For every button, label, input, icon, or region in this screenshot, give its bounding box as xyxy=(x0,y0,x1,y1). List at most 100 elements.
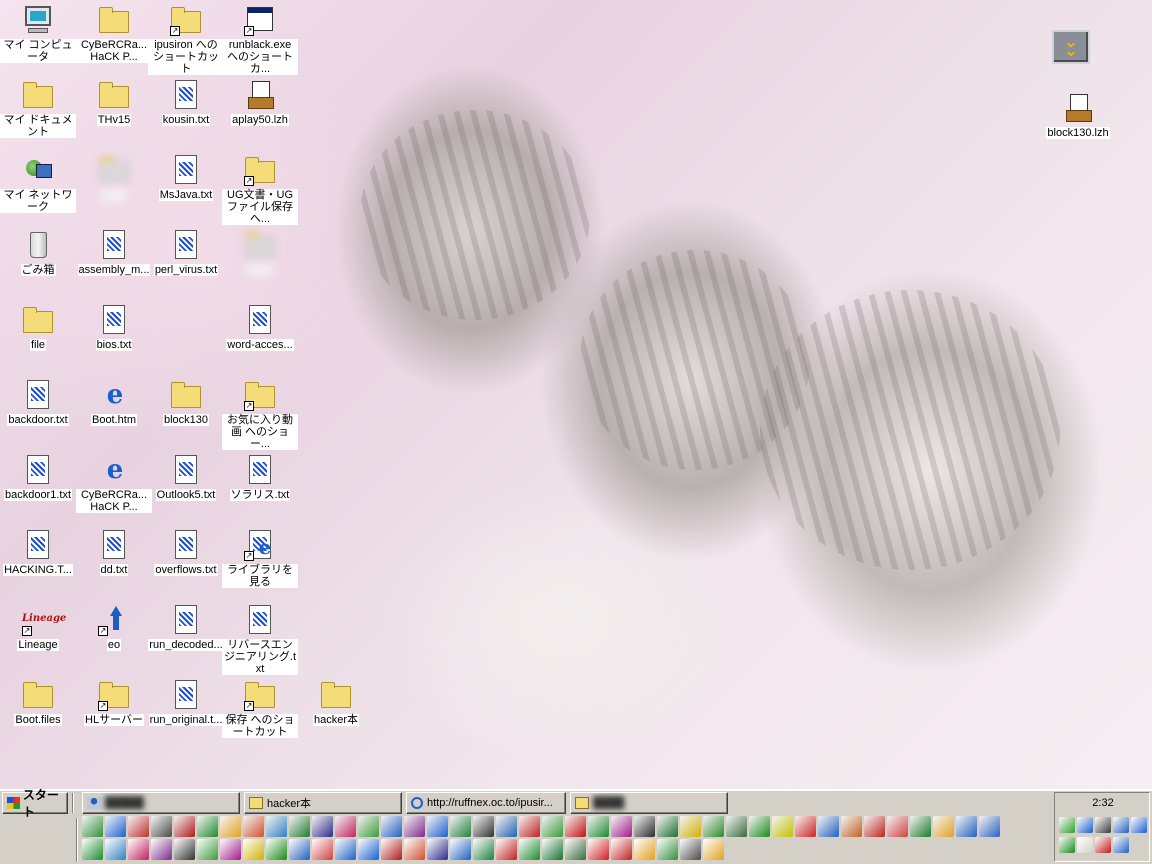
desktop-icon[interactable]: ↗ お気に入り動画 へのショー... xyxy=(222,379,298,450)
quick-launch-icon[interactable] xyxy=(381,816,402,837)
taskbar-button-folder[interactable]: ████ xyxy=(570,792,728,814)
desktop-icon[interactable]: マイ コンピュータ xyxy=(0,4,76,63)
desktop-icon[interactable]: backdoor.txt xyxy=(0,379,76,426)
quick-launch-icon[interactable] xyxy=(979,816,1000,837)
desktop-icon[interactable]: bios.txt xyxy=(76,304,152,351)
quick-launch-icon[interactable] xyxy=(680,816,701,837)
quick-launch-icon[interactable] xyxy=(128,839,149,860)
quick-launch-icon[interactable] xyxy=(266,816,287,837)
quick-launch-icon[interactable] xyxy=(335,816,356,837)
quick-launch-icon[interactable] xyxy=(657,839,678,860)
quick-launch-icon[interactable] xyxy=(726,816,747,837)
desktop-icon[interactable]: kousin.txt xyxy=(148,79,224,126)
quick-launch-icon[interactable] xyxy=(105,839,126,860)
quick-launch-icon[interactable] xyxy=(450,816,471,837)
quick-launch-icon[interactable] xyxy=(450,839,471,860)
quick-launch-icon[interactable] xyxy=(657,816,678,837)
desktop-icon[interactable]: ↗ 保存 へのショートカット xyxy=(222,679,298,738)
quick-launch-icon[interactable] xyxy=(910,816,931,837)
taskbar-button-user[interactable]: █████ xyxy=(82,792,240,814)
quick-launch-icon[interactable] xyxy=(312,816,333,837)
quick-launch-icon[interactable] xyxy=(565,839,586,860)
quick-launch-icon[interactable] xyxy=(565,816,586,837)
quick-launch-icon[interactable] xyxy=(312,839,333,860)
quick-launch-icon[interactable] xyxy=(588,839,609,860)
desktop-icon[interactable]: overflows.txt xyxy=(148,529,224,576)
quick-launch-icon[interactable] xyxy=(335,839,356,860)
download-manager-icon[interactable]: ⌄ ⌄ xyxy=(1052,30,1090,64)
quick-launch-icon[interactable] xyxy=(105,816,126,837)
desktop-icon[interactable]: word-acces... xyxy=(222,304,298,351)
quick-launch-icon[interactable] xyxy=(197,839,218,860)
desktop-icon[interactable]: e ↗ ライブラリを見る xyxy=(222,529,298,588)
quick-launch-icon[interactable] xyxy=(243,816,264,837)
quick-launch-icon[interactable] xyxy=(956,816,977,837)
desktop-icon[interactable]: Boot.files xyxy=(0,679,76,726)
tray-icon[interactable] xyxy=(1059,817,1075,833)
desktop-icon[interactable]: file xyxy=(0,304,76,351)
tray-icon[interactable] xyxy=(1059,837,1075,853)
desktop-icon[interactable] xyxy=(222,229,298,276)
desktop-icon[interactable]: block130 xyxy=(148,379,224,426)
tray-icon[interactable] xyxy=(1095,817,1111,833)
desktop-icon[interactable]: assembly_m... xyxy=(76,229,152,276)
quick-launch-icon[interactable] xyxy=(289,816,310,837)
quick-launch-icon[interactable] xyxy=(473,816,494,837)
clock[interactable]: 2:32 xyxy=(1055,797,1151,809)
desktop-icon[interactable]: backdoor1.txt xyxy=(0,454,76,501)
desktop-icon[interactable]: マイ ネットワーク xyxy=(0,154,76,213)
taskbar-button-hacker[interactable]: hacker本 xyxy=(244,792,402,814)
quick-launch-icon[interactable] xyxy=(634,839,655,860)
quick-launch-icon[interactable] xyxy=(128,816,149,837)
tray-icon[interactable] xyxy=(1077,817,1093,833)
desktop-icon[interactable]: HACKING.T... xyxy=(0,529,76,576)
quick-launch-icon[interactable] xyxy=(496,816,517,837)
quick-launch-icon[interactable] xyxy=(289,839,310,860)
start-button[interactable]: スタート xyxy=(2,788,68,819)
tray-icon[interactable] xyxy=(1113,837,1129,853)
quick-launch-icon[interactable] xyxy=(243,839,264,860)
quick-launch-icon[interactable] xyxy=(151,839,172,860)
quick-launch-icon[interactable] xyxy=(151,816,172,837)
quick-launch-icon[interactable] xyxy=(611,839,632,860)
quick-launch-icon[interactable] xyxy=(473,839,494,860)
tray-icon[interactable] xyxy=(1131,817,1147,833)
quick-launch-icon[interactable] xyxy=(381,839,402,860)
quick-launch-icon[interactable] xyxy=(542,839,563,860)
quick-launch-icon[interactable] xyxy=(427,839,448,860)
quick-launch-icon[interactable] xyxy=(174,839,195,860)
quick-launch-icon[interactable] xyxy=(887,816,908,837)
desktop-icon[interactable] xyxy=(76,154,152,201)
tray-icon[interactable] xyxy=(1113,817,1129,833)
quick-launch-icon[interactable] xyxy=(220,839,241,860)
quick-launch-icon[interactable] xyxy=(266,839,287,860)
quick-launch-icon[interactable] xyxy=(358,839,379,860)
desktop-icon[interactable]: aplay50.lzh xyxy=(222,79,298,126)
desktop-icon[interactable]: マイ ドキュメント xyxy=(0,79,76,138)
quick-launch-icon[interactable] xyxy=(174,816,195,837)
desktop-icon[interactable]: block130.lzh xyxy=(1040,92,1116,139)
quick-launch-icon[interactable] xyxy=(772,816,793,837)
quick-launch-icon[interactable] xyxy=(82,816,103,837)
desktop-icon[interactable]: ↗ eo xyxy=(76,604,152,651)
quick-launch-icon[interactable] xyxy=(82,839,103,860)
tray-icon[interactable] xyxy=(1095,837,1111,853)
tray-icon[interactable] xyxy=(1077,837,1093,853)
taskbar-button-browser[interactable]: http://ruffnex.oc.to/ipusir... xyxy=(406,792,566,814)
desktop-icon[interactable]: ソラリス.txt xyxy=(222,454,298,501)
quick-launch-icon[interactable] xyxy=(841,816,862,837)
quick-launch-icon[interactable] xyxy=(404,839,425,860)
quick-launch-icon[interactable] xyxy=(496,839,517,860)
desktop-icon[interactable]: リバースエンジニアリング.txt xyxy=(222,604,298,675)
desktop-icon[interactable]: run_original.t... xyxy=(148,679,224,726)
quick-launch-icon[interactable] xyxy=(542,816,563,837)
quick-launch-icon[interactable] xyxy=(680,839,701,860)
quick-launch-icon[interactable] xyxy=(404,816,425,837)
desktop-icon[interactable]: e CyBeRCRa... HaCK P... xyxy=(76,454,152,513)
quick-launch-icon[interactable] xyxy=(427,816,448,837)
desktop-icon[interactable]: perl_virus.txt xyxy=(148,229,224,276)
quick-launch-icon[interactable] xyxy=(703,816,724,837)
quick-launch-icon[interactable] xyxy=(933,816,954,837)
quick-launch-icon[interactable] xyxy=(749,816,770,837)
quick-launch-icon[interactable] xyxy=(703,839,724,860)
